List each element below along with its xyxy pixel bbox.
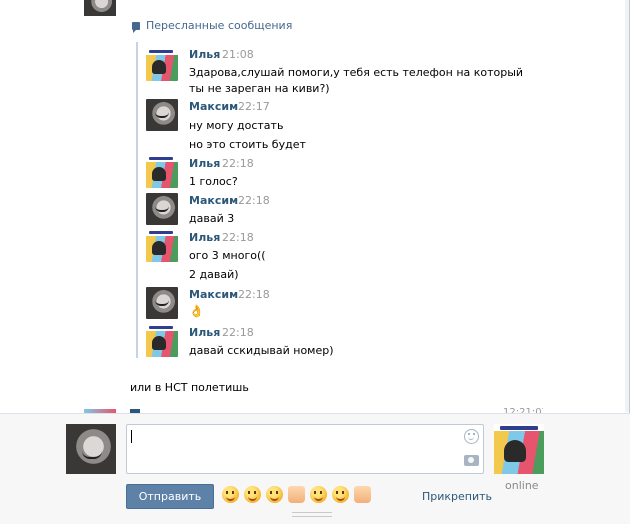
- ok-hand-emoji-icon: 👌: [189, 304, 204, 318]
- author-name[interactable]: Илья: [189, 157, 220, 170]
- smile-icon[interactable]: [464, 429, 479, 444]
- message-text: ого 3 много((: [189, 249, 266, 262]
- thumbs-up-emoji-icon[interactable]: [354, 486, 371, 503]
- avatar-maxim[interactable]: [146, 193, 178, 225]
- message-time[interactable]: 22:18: [238, 288, 270, 301]
- author-name[interactable]: Максим: [189, 288, 238, 301]
- attach-link[interactable]: Прикрепить: [422, 490, 492, 503]
- message-text: давай 3: [189, 212, 235, 225]
- forwarded-messages-header[interactable]: Пересланные сообщения: [132, 19, 293, 33]
- message-text: ты не зареган на киви?): [189, 82, 330, 95]
- resize-handle[interactable]: [292, 512, 332, 517]
- message-text: Здарова,слушай помоги,у тебя есть телефо…: [189, 66, 524, 79]
- grin-emoji-icon[interactable]: [222, 486, 239, 503]
- avatar-maxim[interactable]: [146, 99, 178, 131]
- forwarded-quote-bar: [136, 42, 138, 358]
- send-button[interactable]: Отправить: [126, 484, 214, 509]
- speech-bubble-icon: [132, 21, 140, 33]
- message-time[interactable]: 22:18: [222, 231, 254, 244]
- message-time[interactable]: 22:18: [222, 157, 254, 170]
- author-name[interactable]: Максим: [189, 194, 238, 207]
- message-time[interactable]: 22:17: [238, 100, 270, 113]
- chat-window: Пересланные сообщения Илья 21:08 Здарова…: [0, 0, 630, 524]
- peer-online-status: online: [505, 479, 539, 492]
- laugh-emoji-icon[interactable]: [310, 486, 327, 503]
- happy-emoji-icon[interactable]: [332, 486, 349, 503]
- message-time[interactable]: 22:18: [222, 326, 254, 339]
- avatar-ilya[interactable]: [146, 49, 178, 81]
- message-time[interactable]: 21:08: [222, 48, 254, 61]
- author-name[interactable]: Илья: [189, 48, 220, 61]
- scrollbar-track[interactable]: [625, 0, 629, 412]
- avatar-ilya[interactable]: [146, 230, 178, 262]
- self-avatar[interactable]: [66, 424, 116, 474]
- message-text: или в НСТ полетишь: [130, 381, 249, 394]
- avatar-ilya[interactable]: [146, 156, 178, 188]
- message-text: давай сскидывай номер): [189, 344, 334, 357]
- emoji-quick-bar: [222, 486, 371, 503]
- avatar-maxim[interactable]: [146, 287, 178, 319]
- avatar-ilya[interactable]: [146, 325, 178, 357]
- message-text: ну могу достать: [189, 119, 284, 132]
- author-name[interactable]: Илья: [189, 326, 220, 339]
- message-text: 1 голос?: [189, 175, 238, 188]
- smile-emoji-icon[interactable]: [244, 486, 261, 503]
- camera-icon[interactable]: [464, 455, 479, 466]
- peer-avatar[interactable]: [494, 424, 544, 474]
- message-text: 2 давай): [189, 268, 239, 281]
- author-name[interactable]: Максим: [189, 100, 238, 113]
- forwarded-label: Пересланные сообщения: [146, 19, 293, 32]
- text-caret: [131, 430, 132, 443]
- message-time[interactable]: 22:18: [238, 194, 270, 207]
- ok-hand-emoji-icon[interactable]: [288, 486, 305, 503]
- message-text: но это стоить будет: [189, 138, 306, 151]
- blush-emoji-icon[interactable]: [266, 486, 283, 503]
- avatar[interactable]: [84, 0, 116, 16]
- author-name[interactable]: Илья: [189, 231, 220, 244]
- message-input[interactable]: [126, 424, 484, 474]
